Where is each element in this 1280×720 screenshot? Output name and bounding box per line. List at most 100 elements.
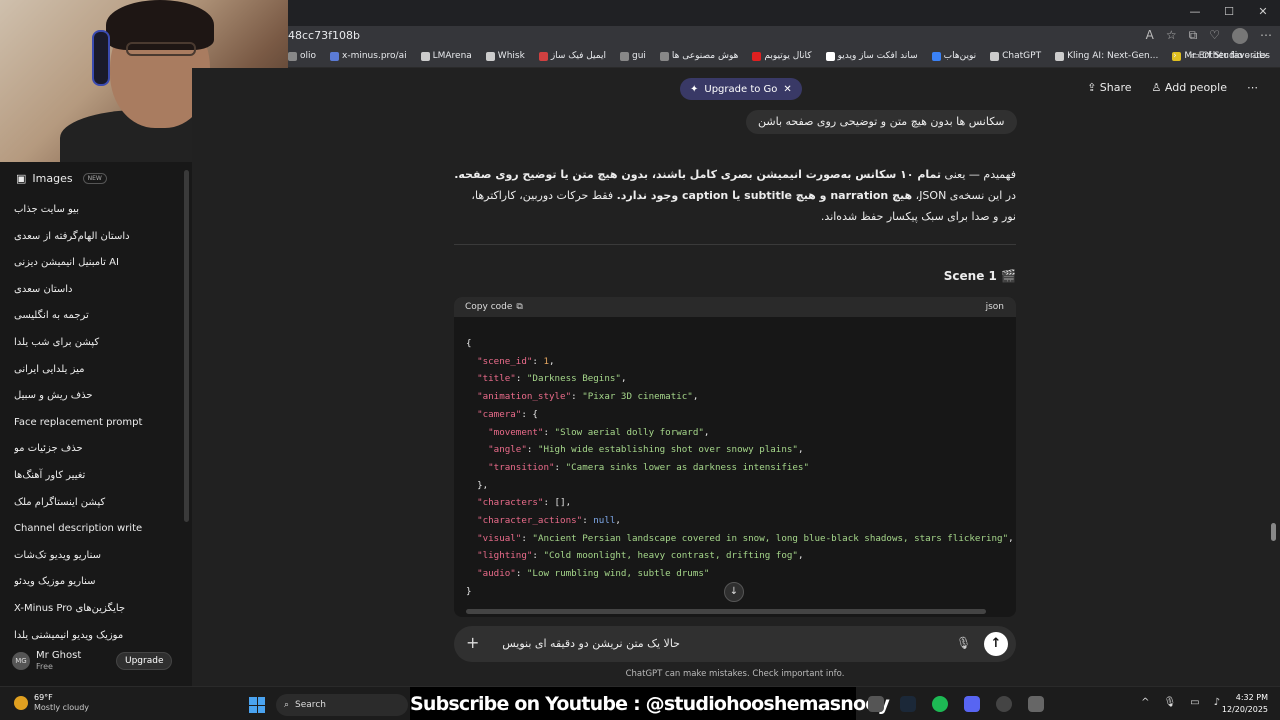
discord-icon[interactable] [964,696,980,712]
microphone-icon[interactable]: 🎙 [956,636,971,650]
share-icon: ⇪ [1087,81,1097,94]
favorites-icon[interactable]: ♡ [1209,28,1220,44]
bookmark-label: olio [300,51,317,61]
sidebar-chat-item[interactable]: داستان الهام‌گرفته از سعدی [14,229,182,256]
spotify-icon[interactable] [932,696,948,712]
url-text[interactable]: 48cc73f108b [288,29,360,42]
sidebar-chat-item[interactable]: حذف جزئیات مو [14,441,182,468]
copy-code-button[interactable]: Copy code ⧉ [465,302,523,312]
bookmark-item[interactable]: Kling AI: Next-Gen... [1055,51,1158,61]
taskbar-search[interactable]: ⌕ Search [276,694,408,716]
composer-input[interactable]: حالا یک متن نریشن دو دقیقه ای بنویس [502,637,680,650]
chevron-right-icon[interactable]: › [1173,51,1177,61]
other-favorites[interactable]: ▭ Other favorites [1191,51,1270,61]
bookmark-item[interactable]: LMArena [420,51,472,61]
bookmark-label: LMArena [432,51,472,61]
chat-header: ✦ Upgrade to Go ✕ ⇪ Share ♙ Add people ⋯ [192,68,1280,108]
chatgpt-icon[interactable] [996,696,1012,712]
more-options-icon[interactable]: ⋯ [1247,81,1258,94]
code-value: "Slow aerial dolly forward" [554,426,704,438]
network-icon[interactable]: ▭ [1190,697,1199,708]
sidebar-item-images[interactable]: ▣ Images NEW [16,172,107,185]
upgrade-button[interactable]: Upgrade [116,652,173,670]
sidebar-chat-item[interactable]: سناریو ویدیو تک‌شات [14,548,182,575]
bookmark-label: ساند افکت ساز ویدیو [837,51,918,61]
assistant-reply: فهمیدم — یعنی تمام ۱۰ سکانس به‌صورت انیم… [454,164,1016,227]
message-composer[interactable]: + حالا یک متن نریشن دو دقیقه ای بنویس 🎙 … [454,626,1016,662]
sidebar-chat-item[interactable]: Channel description write [14,521,182,548]
bookmark-item[interactable]: هوش مصنوعی ها [659,51,738,61]
bookmark-icon [659,51,669,61]
sidebar-chat-item[interactable]: X-Minus Pro جایگزین‌های [14,601,182,628]
reply-line-1: فهمیدم — یعنی تمام ۱۰ سکانس به‌صورت انیم… [454,168,1016,181]
bookmark-icon [990,51,1000,61]
more-icon[interactable]: ⋯ [1260,28,1272,44]
sidebar-chat-item[interactable]: تغییر کاور آهنگ‌ها [14,468,182,495]
code-key: "lighting" [477,550,533,562]
sidebar-chat-item[interactable]: داستان سعدی [14,282,182,309]
add-people-button[interactable]: ♙ Add people [1152,81,1227,94]
bookmark-item[interactable]: کانال یوتیوبم [752,51,812,61]
sidebar-chat-item[interactable]: Face replacement prompt [14,415,182,442]
upgrade-to-go-button[interactable]: ✦ Upgrade to Go ✕ [680,78,802,100]
bookmark-item[interactable]: Whisk [485,51,525,61]
app-icon[interactable] [868,696,884,712]
sidebar-scrollbar[interactable] [184,170,189,522]
sidebar-chat-item[interactable]: بیو سایت جذاب [14,202,182,229]
bookmark-label: کانال یوتیوبم [764,51,812,61]
sidebar-chat-item[interactable]: کپشن اینستاگرام ملک [14,495,182,522]
bookmark-icon [1055,51,1065,61]
profile-avatar[interactable] [1232,28,1248,44]
weather-widget[interactable]: 69°F Mostly cloudy [14,693,89,713]
send-button[interactable]: ↑ [984,632,1008,656]
bookmark-item[interactable]: olio [288,51,316,61]
close-icon[interactable]: ✕ [783,84,791,95]
bookmark-item[interactable]: ChatGPT [990,51,1041,61]
code-key: "visual" [477,532,522,544]
close-icon[interactable]: ✕ [1246,0,1280,26]
maximize-icon[interactable]: ☐ [1212,0,1246,26]
taskbar-apps [868,696,1044,712]
sidebar-chat-item[interactable]: ترجمه به انگلیسی [14,308,182,335]
code-value: null [593,515,616,527]
clock[interactable]: 4:32 PM 12/20/2025 [1222,692,1268,716]
bookmark-icon [538,51,548,61]
plus-icon[interactable]: + [466,634,479,652]
bookmark-icon [420,51,430,61]
volume-icon[interactable]: ♪ [1214,697,1220,708]
sidebar-chat-item[interactable]: میز یلدایی ایرانی [14,362,182,389]
scene-heading: Scene 1 🎬 [943,269,1016,283]
bookmark-item[interactable]: ایمیل فیک ساز [538,51,606,61]
scroll-down-button[interactable]: ↓ [724,582,744,602]
minimize-icon[interactable]: — [1178,0,1212,26]
bookmark-item[interactable]: x-minus.pro/ai [330,51,407,61]
bookmark-item[interactable]: نوین‌هاب [931,51,976,61]
windows-start-icon[interactable] [249,697,265,713]
share-button[interactable]: ⇪ Share [1087,81,1131,94]
user-message-bubble: سکانس ها بدون هیچ متن و توضیحی روی صفحه … [746,110,1017,134]
app-icon[interactable] [1028,696,1044,712]
microphone-tray-icon[interactable]: 🎙 [1163,697,1176,708]
chevron-up-icon[interactable]: ^ [1141,697,1149,708]
star-icon[interactable]: ☆ [1166,28,1177,44]
steam-icon[interactable] [900,696,916,712]
webcam-headphones [92,30,110,86]
code-key: "angle" [488,444,527,456]
code-key: "scene_id" [477,355,533,367]
sidebar-chat-item[interactable]: حذف ریش و سبیل [14,388,182,415]
bookmark-label: ChatGPT [1002,51,1042,61]
read-aloud-icon[interactable]: A [1146,28,1154,44]
sidebar-chat-item[interactable]: سناریو موزیک ویدئو [14,574,182,601]
sidebar-chat-item[interactable]: کپشن برای شب یلدا [14,335,182,362]
extensions-icon[interactable]: ⧉ [1189,28,1198,44]
subscribe-banner: Subscribe on Youtube : @studiohooshemasn… [410,687,890,720]
divider [454,244,1016,245]
bookmark-item[interactable]: gui [619,51,646,61]
address-bar-actions: A ☆ ⧉ ♡ ⋯ [1146,28,1272,44]
code-horizontal-scrollbar[interactable] [466,609,986,614]
user-profile[interactable]: MG Mr Ghost Free [12,650,81,672]
page-scrollbar[interactable] [1271,523,1276,541]
chat-history-list: بیو سایت جذاب داستان الهام‌گرفته از سعدی ت… [14,202,182,654]
bookmark-item[interactable]: ساند افکت ساز ویدیو [825,51,918,61]
sidebar-chat-item[interactable]: تامبنیل انیمیشن دیزنی AI [14,255,182,282]
